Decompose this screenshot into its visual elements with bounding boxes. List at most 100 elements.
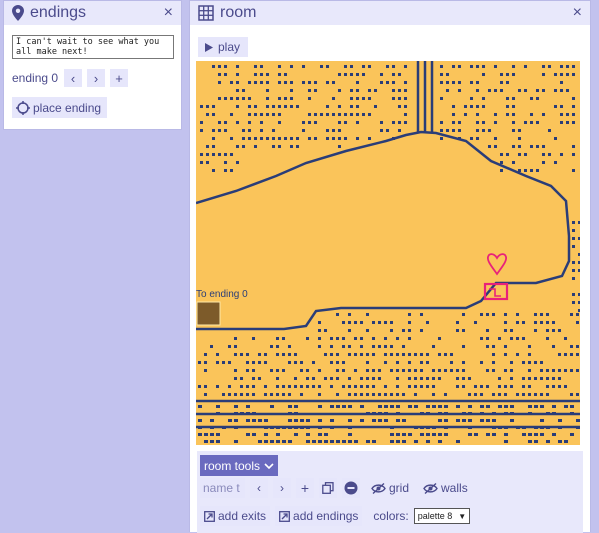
tile bbox=[348, 321, 351, 324]
tile bbox=[560, 121, 563, 124]
tile bbox=[330, 361, 333, 364]
tile bbox=[318, 369, 321, 372]
tile bbox=[296, 105, 299, 108]
add-room-button[interactable]: + bbox=[296, 478, 314, 498]
tile bbox=[272, 105, 275, 108]
prev-ending-button[interactable]: ‹ bbox=[64, 69, 83, 87]
tile bbox=[332, 129, 335, 132]
tile bbox=[332, 137, 335, 140]
tile bbox=[476, 129, 479, 132]
room-tools-toggle[interactable]: room tools bbox=[200, 455, 279, 476]
tile bbox=[476, 81, 479, 84]
tile bbox=[546, 329, 549, 332]
tile bbox=[240, 353, 243, 356]
tile bbox=[360, 377, 363, 380]
tile bbox=[528, 433, 532, 436]
tile bbox=[458, 129, 461, 132]
tile bbox=[248, 121, 251, 124]
delete-room-button[interactable] bbox=[342, 478, 360, 498]
tile bbox=[338, 137, 341, 140]
tile bbox=[378, 419, 382, 422]
tile bbox=[248, 81, 251, 84]
room-canvas[interactable]: To ending 0 bbox=[196, 61, 580, 445]
tile bbox=[384, 405, 388, 408]
tile bbox=[384, 385, 387, 388]
room-name-input[interactable]: name t bbox=[200, 478, 245, 498]
tile bbox=[306, 369, 309, 372]
prev-room-button[interactable]: ‹ bbox=[250, 478, 268, 498]
tile bbox=[234, 419, 238, 422]
tile bbox=[212, 169, 215, 172]
tile bbox=[204, 353, 207, 356]
tile bbox=[260, 137, 263, 140]
play-button[interactable]: play bbox=[198, 37, 249, 57]
tile bbox=[218, 65, 221, 68]
add-ending-button[interactable]: + bbox=[110, 69, 129, 87]
tile bbox=[480, 361, 483, 364]
tile bbox=[288, 361, 291, 364]
tile bbox=[360, 405, 364, 408]
tile bbox=[350, 89, 353, 92]
endings-close-button[interactable]: × bbox=[164, 5, 173, 21]
tile bbox=[198, 433, 202, 436]
palette-select[interactable]: palette 8 ▼ bbox=[413, 508, 471, 524]
tile bbox=[456, 419, 460, 422]
tile bbox=[458, 65, 461, 68]
tile bbox=[392, 81, 395, 84]
tile bbox=[444, 393, 447, 396]
tile bbox=[218, 129, 221, 132]
tile bbox=[522, 433, 526, 436]
tile bbox=[384, 337, 387, 340]
tile bbox=[578, 293, 580, 296]
next-room-button[interactable]: › bbox=[273, 478, 291, 498]
add-exits-label: add exits bbox=[218, 509, 267, 523]
tile bbox=[512, 161, 515, 164]
room-close-button[interactable]: × bbox=[573, 5, 582, 21]
ending-marker[interactable] bbox=[196, 301, 221, 326]
tile bbox=[560, 105, 563, 108]
tile bbox=[380, 129, 383, 132]
tile bbox=[338, 145, 341, 148]
tile bbox=[560, 81, 563, 84]
duplicate-room-button[interactable] bbox=[319, 478, 337, 498]
add-exits-button[interactable]: add exits bbox=[200, 506, 271, 526]
tile bbox=[554, 105, 557, 108]
tile bbox=[246, 385, 249, 388]
tile bbox=[510, 361, 513, 364]
tile bbox=[498, 405, 502, 408]
tile bbox=[200, 161, 203, 164]
tile bbox=[306, 385, 309, 388]
tile bbox=[236, 161, 239, 164]
tile bbox=[510, 405, 514, 408]
tile bbox=[578, 237, 580, 240]
tile bbox=[326, 65, 329, 68]
place-ending-button[interactable]: place ending bbox=[12, 97, 108, 118]
ending-text-field[interactable]: I can't wait to see what you all make ne… bbox=[12, 35, 174, 59]
tile bbox=[438, 419, 442, 422]
tile bbox=[356, 73, 359, 76]
tile bbox=[272, 113, 275, 116]
add-endings-button[interactable]: add endings bbox=[275, 506, 363, 526]
tile bbox=[284, 73, 287, 76]
tile bbox=[540, 369, 543, 372]
add-endings-label: add endings bbox=[293, 509, 359, 523]
tile bbox=[504, 329, 507, 332]
tile bbox=[398, 97, 401, 100]
tile bbox=[294, 361, 297, 364]
walls-toggle[interactable]: walls bbox=[423, 481, 468, 495]
tile bbox=[558, 377, 561, 380]
tile bbox=[390, 440, 394, 443]
tile bbox=[392, 97, 395, 100]
tile bbox=[408, 321, 411, 324]
tile bbox=[452, 121, 455, 124]
tile bbox=[426, 321, 429, 324]
tile bbox=[290, 89, 293, 92]
grid-toggle[interactable]: grid bbox=[371, 481, 409, 495]
tile bbox=[254, 105, 257, 108]
tile bbox=[548, 129, 551, 132]
eye-slash-icon bbox=[423, 482, 438, 494]
tile bbox=[552, 385, 555, 388]
tile bbox=[438, 433, 442, 436]
next-ending-button[interactable]: › bbox=[87, 69, 106, 87]
tile bbox=[228, 345, 231, 348]
